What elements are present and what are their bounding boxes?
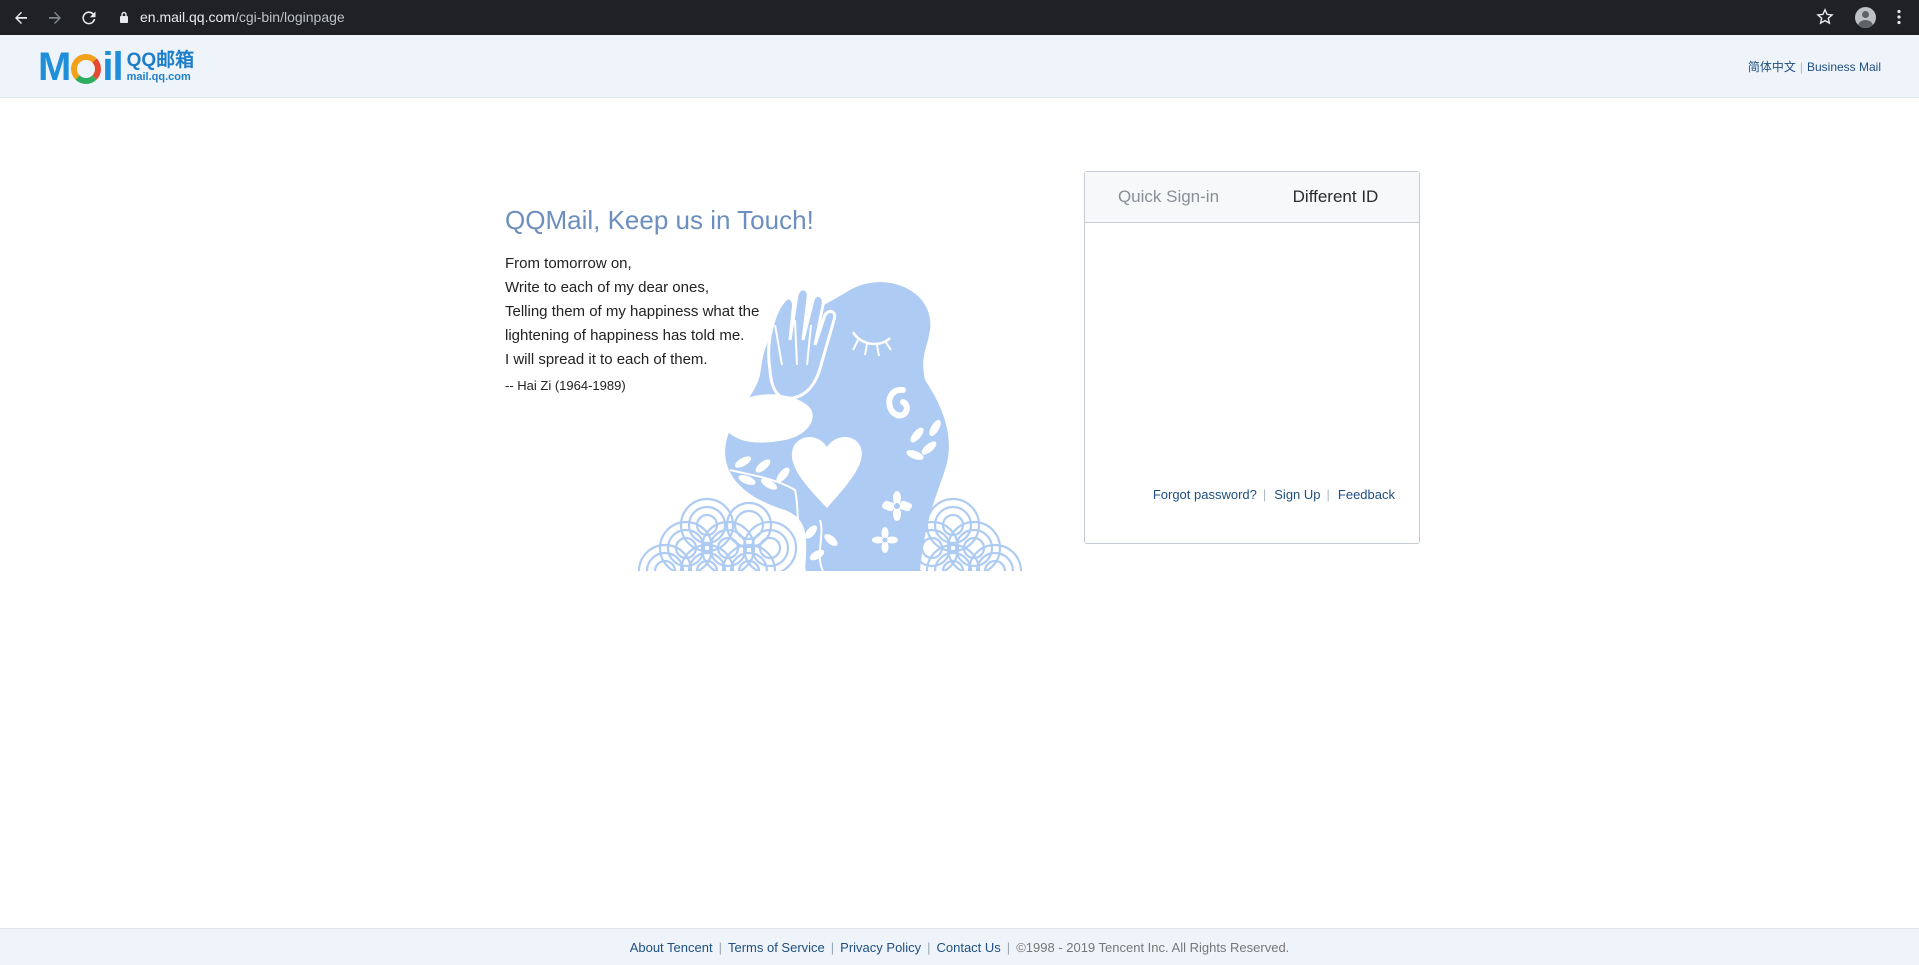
logo-text: QQ邮箱 mail.qq.com [126, 50, 195, 84]
about-tencent-link[interactable]: About Tencent [630, 940, 713, 955]
poem-line: I will spread it to each of them. [505, 351, 708, 368]
arrow-left-icon [15, 11, 27, 24]
tab-different-id[interactable]: Different ID [1252, 172, 1419, 222]
poem-line: Telling them of my happiness what the [505, 303, 760, 320]
divider: | [1006, 939, 1011, 955]
logo-letter-m: M [38, 45, 71, 89]
poem-author: -- Hai Zi (1964-1989) [505, 378, 626, 393]
poem-line: lightening of happiness has told me. [505, 327, 745, 344]
lock-icon [120, 11, 128, 23]
business-mail-link[interactable]: Business Mail [1807, 60, 1881, 74]
reload-button[interactable] [76, 5, 102, 31]
logo-mark: M il [38, 45, 124, 89]
header-links: 简体中文 | Business Mail [1748, 58, 1881, 75]
poem-line: From tomorrow on, [505, 255, 632, 272]
divider: | [1799, 60, 1803, 74]
promo-title: QQMail, Keep us in Touch! [505, 205, 814, 235]
address-bar[interactable]: en.mail.qq.com/cgi-bin/loginpage [110, 4, 1850, 30]
divider: | [830, 939, 835, 955]
kebab-menu-icon[interactable] [1890, 8, 1908, 26]
reload-icon [82, 10, 96, 24]
poem-line: Write to each of my dear ones, [505, 279, 709, 296]
forgot-password-link[interactable]: Forgot password? [1153, 487, 1257, 502]
poem: From tomorrow on, Write to each of my de… [505, 252, 1025, 372]
logo-domain-text: mail.qq.com [126, 71, 191, 83]
url-path: /cgi-bin/loginpage [234, 9, 345, 25]
login-tabs: Quick Sign-in Different ID [1085, 172, 1419, 223]
logo-cn-text: QQ邮箱 [126, 50, 195, 71]
url-host: en.mail.qq.com [140, 9, 235, 25]
sign-up-link[interactable]: Sign Up [1274, 487, 1320, 502]
divider: | [1326, 487, 1330, 502]
tab-quick-sign-in[interactable]: Quick Sign-in [1085, 172, 1252, 222]
site-footer: About Tencent | Terms of Service | Priva… [0, 928, 1919, 965]
logo-ring-icon [71, 54, 102, 84]
divider: | [927, 939, 931, 955]
privacy-link[interactable]: Privacy Policy [840, 940, 921, 955]
star-icon[interactable] [1816, 8, 1834, 26]
copyright-text: ©1998 - 2019 Tencent Inc. All Rights Res… [1016, 939, 1290, 955]
forward-button[interactable] [42, 5, 68, 31]
avatar-icon[interactable] [1855, 7, 1876, 28]
arrow-right-icon [49, 11, 61, 24]
site-header: M il QQ邮箱 mail.qq.com 简体中文 | Business Mail [0, 35, 1919, 98]
contact-link[interactable]: Contact Us [936, 940, 1000, 955]
language-link[interactable]: 简体中文 [1748, 60, 1796, 74]
login-panel: Quick Sign-in Different ID Forgot passwo… [1084, 171, 1420, 544]
browser-toolbar: en.mail.qq.com/cgi-bin/loginpage [0, 0, 1919, 35]
feedback-link[interactable]: Feedback [1338, 487, 1395, 502]
back-button[interactable] [8, 5, 34, 31]
qqmail-logo[interactable]: M il QQ邮箱 mail.qq.com [38, 47, 194, 87]
terms-link[interactable]: Terms of Service [728, 940, 825, 955]
promo-section: QQMail, Keep us in Touch! From tomorrow … [505, 205, 1025, 571]
divider: | [1262, 487, 1267, 502]
url-text[interactable]: en.mail.qq.com/cgi-bin/loginpage [140, 9, 345, 25]
logo-letters-il: il [102, 45, 123, 89]
login-help-links: Forgot password? | Sign Up | Feedback [1153, 487, 1395, 502]
divider: | [718, 939, 722, 955]
